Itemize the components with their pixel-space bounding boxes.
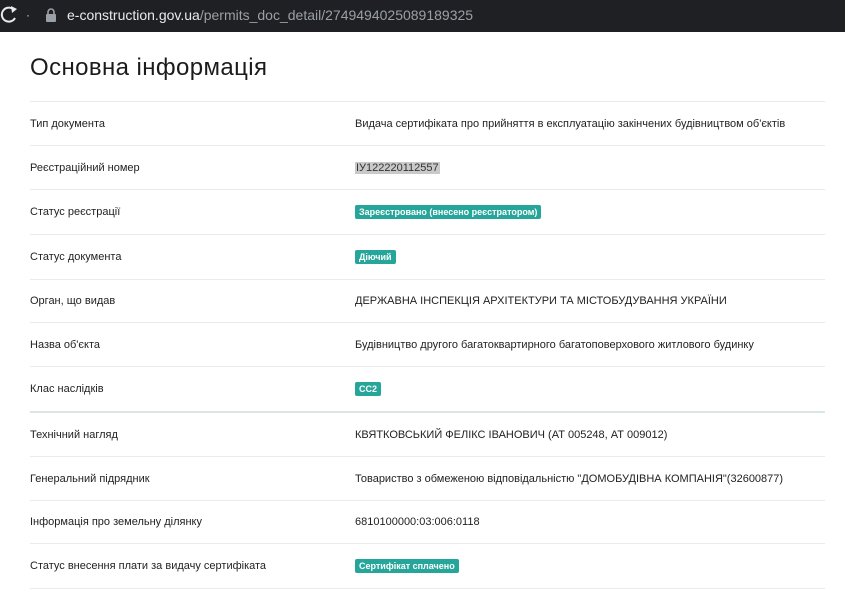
url-path: /permits_doc_detail/2749494025089189325 (199, 7, 474, 23)
row-value: ДЕРЖАВНА ІНСПЕКЦІЯ АРХІТЕКТУРИ ТА МІСТОБ… (355, 295, 727, 307)
table-row: Назва об'єкта Будівництво другого багато… (30, 323, 825, 367)
page-title: Основна інформація (30, 54, 268, 81)
separator-dot: · (26, 8, 30, 22)
lock-icon[interactable] (44, 7, 58, 23)
registration-number: ІУ122220112557 (355, 161, 440, 174)
table-row: Технічний нагляд КВЯТКОВСЬКИЙ ФЕЛІКС ІВА… (30, 413, 825, 457)
table-row: Клас наслідків СС2 (30, 367, 825, 413)
table-row: Тип документа Видача сертифіката про при… (30, 102, 825, 146)
url-field[interactable]: e-construction.gov.ua/permits_doc_detail… (67, 7, 473, 23)
table-row: Генеральний підрядник Товариство з обмеж… (30, 457, 825, 501)
url-host: e-construction.gov.ua (67, 7, 200, 23)
table-row: Інформація про земельну ділянку 68101000… (30, 501, 825, 544)
row-value: Будівництво другого багатоквартирного ба… (355, 338, 754, 351)
row-label: Реєстраційний номер (30, 161, 140, 174)
row-label: Статус документа (30, 251, 122, 263)
status-badge: Сертифікат сплачено (355, 559, 459, 573)
consequence-class-badge: СС2 (355, 382, 382, 396)
row-value: Товариство з обмеженою відповідальністю … (355, 472, 784, 485)
row-value: КВЯТКОВСЬКИЙ ФЕЛІКС ІВАНОВИЧ (АТ 005248,… (355, 428, 668, 441)
row-label: Орган, що видав (30, 295, 116, 307)
table-row: Статус внесення плати за видачу сертифік… (30, 544, 825, 589)
row-label: Інформація про земельну ділянку (30, 516, 202, 528)
row-value: 6810100000:03:006:0118 (355, 516, 480, 528)
row-label: Генеральний підрядник (30, 472, 150, 485)
table-row: Статус реєстрації Зареєстровано (внесено… (30, 190, 825, 235)
info-table: Тип документа Видача сертифіката про при… (30, 101, 825, 589)
table-row: Реєстраційний номер ІУ122220112557 (30, 146, 825, 190)
row-value: Видача сертифіката про прийняття в експл… (355, 117, 786, 130)
table-row: Орган, що видав ДЕРЖАВНА ІНСПЕКЦІЯ АРХІТ… (30, 280, 825, 323)
status-badge: Діючий (355, 250, 396, 264)
table-row: Статус документа Діючий (30, 235, 825, 280)
status-badge: Зареєстровано (внесено реєстратором) (355, 205, 542, 219)
row-label: Статус внесення плати за видачу сертифік… (30, 560, 267, 572)
row-label: Назва об'єкта (30, 338, 100, 351)
reload-icon[interactable] (0, 4, 20, 26)
row-label: Статус реєстрації (30, 206, 121, 218)
row-label: Технічний нагляд (30, 428, 118, 441)
row-label: Тип документа (30, 117, 106, 130)
browser-address-bar: · e-construction.gov.ua/permits_doc_deta… (0, 0, 845, 32)
row-label: Клас наслідків (30, 383, 104, 395)
